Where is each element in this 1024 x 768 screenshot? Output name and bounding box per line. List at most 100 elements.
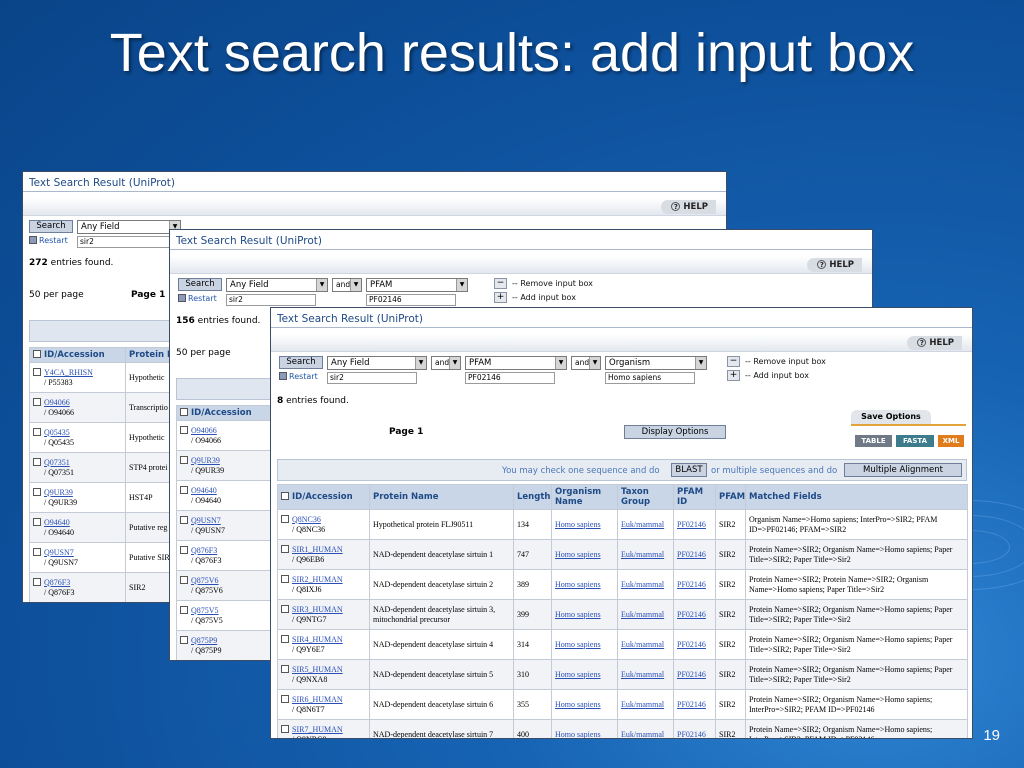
accession-link[interactable]: Q876F3: [191, 546, 217, 555]
search-input-3[interactable]: Homo sapiens: [605, 372, 695, 384]
operator-select[interactable]: and ▼: [431, 356, 461, 370]
field-select-3[interactable]: Organism ▼: [605, 356, 707, 370]
row-checkbox[interactable]: [33, 457, 41, 466]
organism-link[interactable]: Homo sapiens: [555, 580, 601, 589]
row-checkbox[interactable]: [180, 575, 188, 584]
search-input-2[interactable]: PF02146: [465, 372, 555, 384]
multiple-alignment-button[interactable]: Multiple Alignment: [844, 463, 962, 477]
row-checkbox[interactable]: [33, 547, 41, 556]
row-checkbox[interactable]: [33, 487, 41, 496]
field-select[interactable]: Any Field ▼: [327, 356, 427, 370]
accession-link[interactable]: SIR3_HUMAN: [292, 605, 343, 614]
taxon-link[interactable]: Euk/mammal: [621, 670, 664, 679]
search-input[interactable]: sir2: [226, 294, 316, 306]
accession-link[interactable]: Q875V5: [191, 606, 219, 615]
pfam-id-link[interactable]: PF02146: [677, 580, 706, 589]
organism-link[interactable]: Homo sapiens: [555, 670, 601, 679]
restart-button[interactable]: Restart: [279, 371, 318, 382]
accession-link[interactable]: Q876F3: [44, 578, 70, 587]
search-input[interactable]: sir2: [77, 236, 181, 248]
organism-link[interactable]: Homo sapiens: [555, 700, 601, 709]
taxon-link[interactable]: Euk/mammal: [621, 550, 664, 559]
row-checkbox[interactable]: [33, 577, 41, 586]
remove-input-box-button[interactable]: −: [494, 278, 507, 289]
operator-select-2[interactable]: and ▼: [571, 356, 601, 370]
pfam-id-link[interactable]: PF02146: [677, 520, 706, 529]
search-button[interactable]: Search: [178, 278, 222, 291]
remove-input-box-button[interactable]: −: [727, 356, 740, 367]
accession-link[interactable]: Q9USN7: [44, 548, 74, 557]
organism-link[interactable]: Homo sapiens: [555, 610, 601, 619]
taxon-link[interactable]: Euk/mammal: [621, 700, 664, 709]
help-button[interactable]: ? HELP: [907, 336, 962, 350]
accession-link[interactable]: O94640: [44, 518, 70, 527]
pfam-id-link[interactable]: PF02146: [677, 610, 706, 619]
row-checkbox[interactable]: [180, 455, 188, 464]
taxon-link[interactable]: Euk/mammal: [621, 610, 664, 619]
add-input-box-button[interactable]: +: [494, 292, 507, 303]
row-checkbox[interactable]: [281, 724, 289, 733]
taxon-link[interactable]: Euk/mammal: [621, 640, 664, 649]
search-button[interactable]: Search: [29, 220, 73, 233]
row-checkbox[interactable]: [281, 604, 289, 613]
accession-link[interactable]: Q9UR39: [191, 456, 220, 465]
column-header-taxon[interactable]: Taxon Group: [617, 484, 674, 510]
row-checkbox[interactable]: [281, 694, 289, 703]
select-all-checkbox[interactable]: [33, 350, 41, 358]
save-xml-button[interactable]: XML: [938, 435, 964, 447]
column-header-length[interactable]: Length: [513, 484, 552, 510]
row-checkbox[interactable]: [33, 427, 41, 436]
column-header-pfam-id[interactable]: PFAM ID: [673, 484, 716, 510]
accession-link[interactable]: Q875V6: [191, 576, 219, 585]
blast-button[interactable]: BLAST: [671, 463, 707, 477]
accession-link[interactable]: SIR1_HUMAN: [292, 545, 343, 554]
pfam-id-link[interactable]: PF02146: [677, 700, 706, 709]
help-button[interactable]: ? HELP: [807, 258, 862, 272]
accession-link[interactable]: O94640: [191, 486, 217, 495]
row-checkbox[interactable]: [180, 635, 188, 644]
accession-link[interactable]: SIR4_HUMAN: [292, 635, 343, 644]
pfam-id-link[interactable]: PF02146: [677, 550, 706, 559]
row-checkbox[interactable]: [281, 664, 289, 673]
field-select[interactable]: Any Field ▼: [226, 278, 328, 292]
row-checkbox[interactable]: [33, 517, 41, 526]
search-input[interactable]: sir2: [327, 372, 417, 384]
row-checkbox[interactable]: [281, 634, 289, 643]
accession-link[interactable]: O94066: [44, 398, 70, 407]
taxon-link[interactable]: Euk/mammal: [621, 520, 664, 529]
help-button[interactable]: ? HELP: [661, 200, 716, 214]
organism-link[interactable]: Homo sapiens: [555, 550, 601, 559]
field-select[interactable]: Any Field ▼: [77, 220, 181, 234]
search-input-2[interactable]: PF02146: [366, 294, 456, 306]
restart-button[interactable]: Restart: [178, 293, 217, 304]
taxon-link[interactable]: Euk/mammal: [621, 580, 664, 589]
organism-link[interactable]: Homo sapiens: [555, 730, 601, 739]
restart-button[interactable]: Restart: [29, 235, 68, 246]
row-checkbox[interactable]: [33, 397, 41, 406]
organism-link[interactable]: Homo sapiens: [555, 640, 601, 649]
select-all-checkbox[interactable]: [281, 492, 289, 500]
column-header-protein[interactable]: Protein Name: [369, 484, 514, 510]
row-checkbox[interactable]: [281, 544, 289, 553]
per-page-select[interactable]: 50 per page: [29, 290, 84, 300]
operator-select[interactable]: and ▼: [332, 278, 362, 292]
column-header-organism[interactable]: Organism Name: [551, 484, 618, 510]
row-checkbox[interactable]: [281, 574, 289, 583]
column-header-id[interactable]: ID/Accession: [29, 347, 126, 363]
field-select-2[interactable]: PFAM ▼: [366, 278, 468, 292]
accession-link[interactable]: O94066: [191, 426, 217, 435]
column-header-matched[interactable]: Matched Fields: [745, 484, 968, 510]
display-options-button[interactable]: Display Options: [624, 425, 726, 439]
save-table-button[interactable]: TABLE: [855, 435, 892, 447]
row-checkbox[interactable]: [180, 545, 188, 554]
column-header-id[interactable]: ID/Accession: [176, 405, 273, 421]
save-fasta-button[interactable]: FASTA: [896, 435, 934, 447]
row-checkbox[interactable]: [180, 605, 188, 614]
accession-link[interactable]: Q8NC36: [292, 515, 321, 524]
accession-link[interactable]: Q875P9: [191, 636, 217, 645]
organism-link[interactable]: Homo sapiens: [555, 520, 601, 529]
row-checkbox[interactable]: [180, 485, 188, 494]
add-input-box-button[interactable]: +: [727, 370, 740, 381]
search-button[interactable]: Search: [279, 356, 323, 369]
column-header-id[interactable]: ID/Accession: [277, 484, 370, 510]
